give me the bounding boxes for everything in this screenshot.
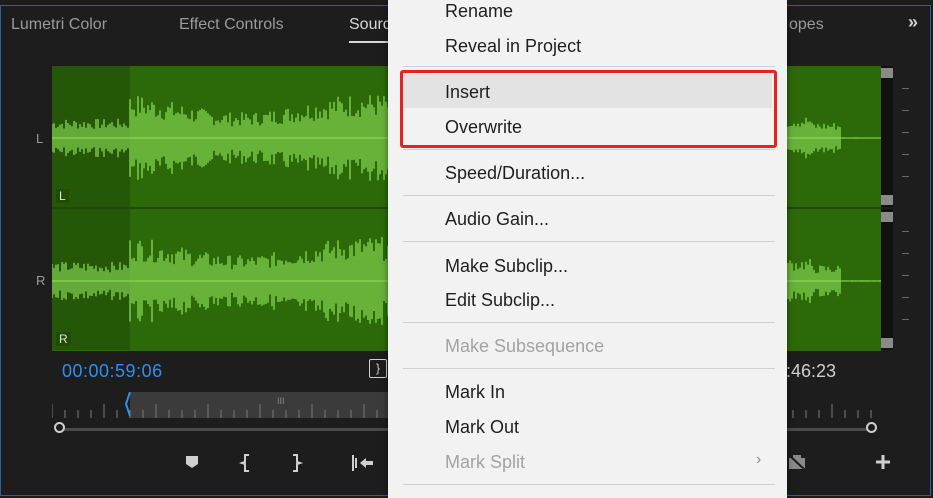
meter-tick [902, 297, 909, 298]
audio-meter [881, 66, 911, 351]
add-marker-button[interactable] [180, 453, 204, 474]
menu-item-make-subsequence: Make Subsequence [445, 336, 605, 356]
meter-tick [902, 275, 909, 276]
track-badge-left: L [56, 189, 69, 203]
menu-item-reveal-in-project[interactable]: Reveal in Project [445, 36, 581, 57]
tab-effect-controls[interactable]: Effect Controls [179, 16, 284, 34]
meter-peak-handle[interactable] [881, 338, 893, 348]
plus-icon [876, 455, 890, 469]
fit-zoom-icon[interactable]: } [369, 359, 387, 378]
meter-tick [902, 110, 909, 111]
meter-tick [902, 253, 909, 254]
track-badge-right: R [56, 332, 71, 346]
button-editor-button[interactable] [871, 453, 895, 476]
channel-label-right: R [36, 273, 46, 288]
highlight-annotation-box [400, 70, 777, 148]
menu-item-mark-out[interactable]: Mark Out [445, 417, 519, 438]
tab-lumetri-color[interactable]: Lumetri Color [11, 16, 107, 34]
more-tabs-icon[interactable]: » [908, 12, 918, 33]
meter-tick [902, 231, 909, 232]
active-tab-indicator [349, 41, 389, 43]
meter-peak-handle[interactable] [881, 68, 893, 78]
menu-separator [403, 66, 775, 67]
menu-item-rename[interactable]: Rename [445, 1, 513, 22]
menu-separator [403, 484, 775, 485]
menu-separator [403, 241, 775, 242]
marker-icon [186, 456, 198, 468]
menu-separator [403, 322, 775, 323]
playhead-icon[interactable] [125, 392, 135, 418]
meter-column-left [881, 66, 893, 207]
menu-separator [403, 149, 775, 150]
meter-tick [902, 132, 909, 133]
export-frame-button[interactable] [785, 453, 809, 476]
meter-tick [902, 319, 909, 320]
zoom-handle-left[interactable] [54, 422, 65, 433]
meter-tick [902, 154, 909, 155]
tab-scopes[interactable]: opes [789, 16, 824, 34]
current-timecode[interactable]: 00:00:59:06 [62, 361, 163, 382]
zoom-handle-right[interactable] [866, 422, 877, 433]
meter-peak-handle[interactable] [881, 195, 893, 205]
mark-in-icon [238, 454, 249, 472]
menu-item-speed-duration[interactable]: Speed/Duration... [445, 163, 585, 184]
go-to-in-button[interactable] [350, 453, 374, 478]
meter-tick [902, 176, 909, 177]
mark-out-button[interactable] [284, 453, 308, 478]
duration-timecode: :46:23 [786, 361, 837, 381]
menu-item-mark-in[interactable]: Mark In [445, 382, 505, 403]
tab-source[interactable]: Sourc [349, 16, 391, 34]
go-to-in-icon [352, 455, 373, 471]
menu-item-edit-subclip[interactable]: Edit Subclip... [445, 290, 555, 311]
camera-icon [788, 454, 806, 471]
menu-separator [403, 195, 775, 196]
meter-peak-handle[interactable] [881, 212, 893, 222]
menu-item-audio-gain[interactable]: Audio Gain... [445, 209, 549, 230]
menu-separator [403, 368, 775, 369]
mark-in-button[interactable] [234, 453, 258, 478]
mark-out-icon [293, 454, 304, 472]
menu-item-make-subclip[interactable]: Make Subclip... [445, 256, 568, 277]
meter-tick [902, 88, 909, 89]
chevron-right-icon: › [756, 451, 762, 468]
menu-item-mark-split: Mark Split [445, 452, 526, 472]
meter-column-right [881, 209, 893, 350]
channel-label-left: L [36, 131, 44, 146]
